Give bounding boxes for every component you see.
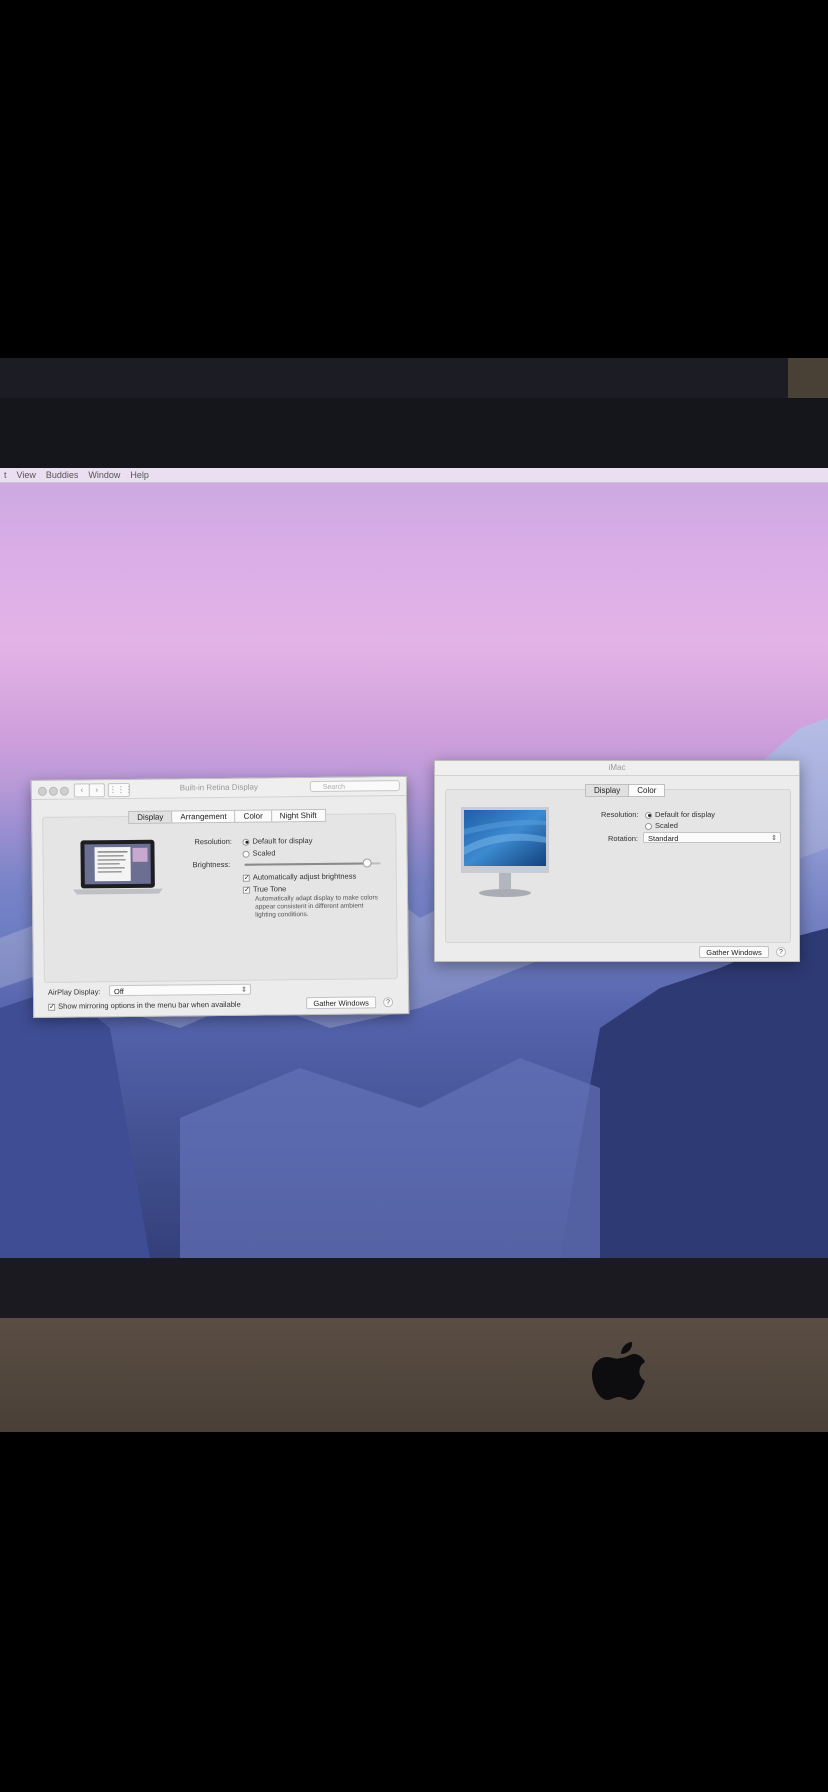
radio-scaled[interactable] xyxy=(242,850,250,858)
monitor-bottom-bezel xyxy=(0,1258,828,1318)
tab-night-shift[interactable]: Night Shift xyxy=(270,808,326,823)
help-button[interactable]: ? xyxy=(776,947,786,957)
resolution-option-default[interactable]: Default for display xyxy=(645,810,715,819)
resolution-label: Resolution: xyxy=(194,836,232,847)
radio-default-label: Default for display xyxy=(252,836,313,846)
window-titlebar: iMac xyxy=(435,761,799,776)
frame-corner xyxy=(788,358,828,398)
imac-display-window: iMac Display Color Resolution: Default f… xyxy=(434,760,800,962)
rotation-select[interactable]: Standard ⇕ xyxy=(643,832,781,843)
radio-default[interactable] xyxy=(645,811,652,819)
true-tone-checkbox[interactable]: ✓ xyxy=(242,886,250,894)
tab-display[interactable]: Display xyxy=(585,784,630,797)
radio-default-label: Default for display xyxy=(655,810,716,819)
auto-brightness-checkbox[interactable]: ✓ xyxy=(242,874,250,882)
search-field[interactable]: Search xyxy=(309,780,400,793)
gather-windows-button[interactable]: Gather Windows xyxy=(306,996,377,1010)
monitor-chin xyxy=(0,1318,828,1432)
true-tone-label: True Tone xyxy=(252,884,287,894)
monitor-top-frame xyxy=(0,358,828,398)
true-tone-description: Automatically adapt display to make colo… xyxy=(254,894,378,919)
tab-color[interactable]: Color xyxy=(234,809,272,823)
rotation-label: Rotation: xyxy=(608,834,639,843)
radio-scaled-label: Scaled xyxy=(655,821,678,830)
mirroring-label: Show mirroring options in the menu bar w… xyxy=(58,999,241,1011)
radio-scaled-label: Scaled xyxy=(252,848,276,858)
help-button[interactable]: ? xyxy=(383,997,394,1008)
window-titlebar: ‹ › ⋮⋮⋮ Built-in Retina Display Search xyxy=(31,777,406,800)
auto-brightness-option[interactable]: ✓ Automatically adjust brightness xyxy=(242,871,357,882)
tab-arrangement[interactable]: Arrangement xyxy=(171,809,236,824)
resolution-option-scaled[interactable]: Scaled xyxy=(242,848,276,858)
auto-brightness-label: Automatically adjust brightness xyxy=(252,871,357,882)
airplay-value: Off xyxy=(113,987,124,997)
tab-color[interactable]: Color xyxy=(628,784,666,797)
radio-default[interactable] xyxy=(242,838,250,846)
brightness-label: Brightness: xyxy=(192,859,231,870)
select-arrows-icon: ⇕ xyxy=(771,835,777,842)
apple-logo-icon xyxy=(592,1342,645,1400)
airplay-label: AirPlay Display: xyxy=(47,987,101,997)
resolution-option-scaled[interactable]: Scaled xyxy=(645,821,678,830)
gather-windows-button[interactable]: Gather Windows xyxy=(699,946,769,958)
radio-scaled[interactable] xyxy=(645,822,652,830)
window-title: iMac xyxy=(608,763,626,772)
monitor-preview-icon xyxy=(461,807,549,897)
tab-display[interactable]: Display xyxy=(128,810,173,824)
airplay-select[interactable]: Off ⇕ xyxy=(108,983,252,997)
true-tone-option[interactable]: ✓ True Tone xyxy=(242,884,287,894)
monitor-bezel xyxy=(0,398,828,468)
built-in-display-window: ‹ › ⋮⋮⋮ Built-in Retina Display Search D… xyxy=(30,776,410,1018)
resolution-option-default[interactable]: Default for display xyxy=(242,836,312,846)
mirroring-checkbox[interactable]: ✓ xyxy=(48,1003,56,1011)
tab-bar: Display Color xyxy=(585,784,666,797)
rotation-value: Standard xyxy=(648,834,679,843)
search-placeholder: Search xyxy=(322,783,346,791)
mirroring-option[interactable]: ✓ Show mirroring options in the menu bar … xyxy=(48,1000,241,1011)
brightness-knob[interactable] xyxy=(362,858,372,868)
tab-bar: Display Arrangement Color Night Shift xyxy=(128,808,326,824)
select-arrows-icon: ⇕ xyxy=(241,986,248,994)
desktop-screen: t View Buddies Window Help ‹ › ⋮⋮⋮ Built… xyxy=(0,468,828,1258)
laptop-preview-icon xyxy=(72,839,163,895)
resolution-label: Resolution: xyxy=(601,810,639,819)
